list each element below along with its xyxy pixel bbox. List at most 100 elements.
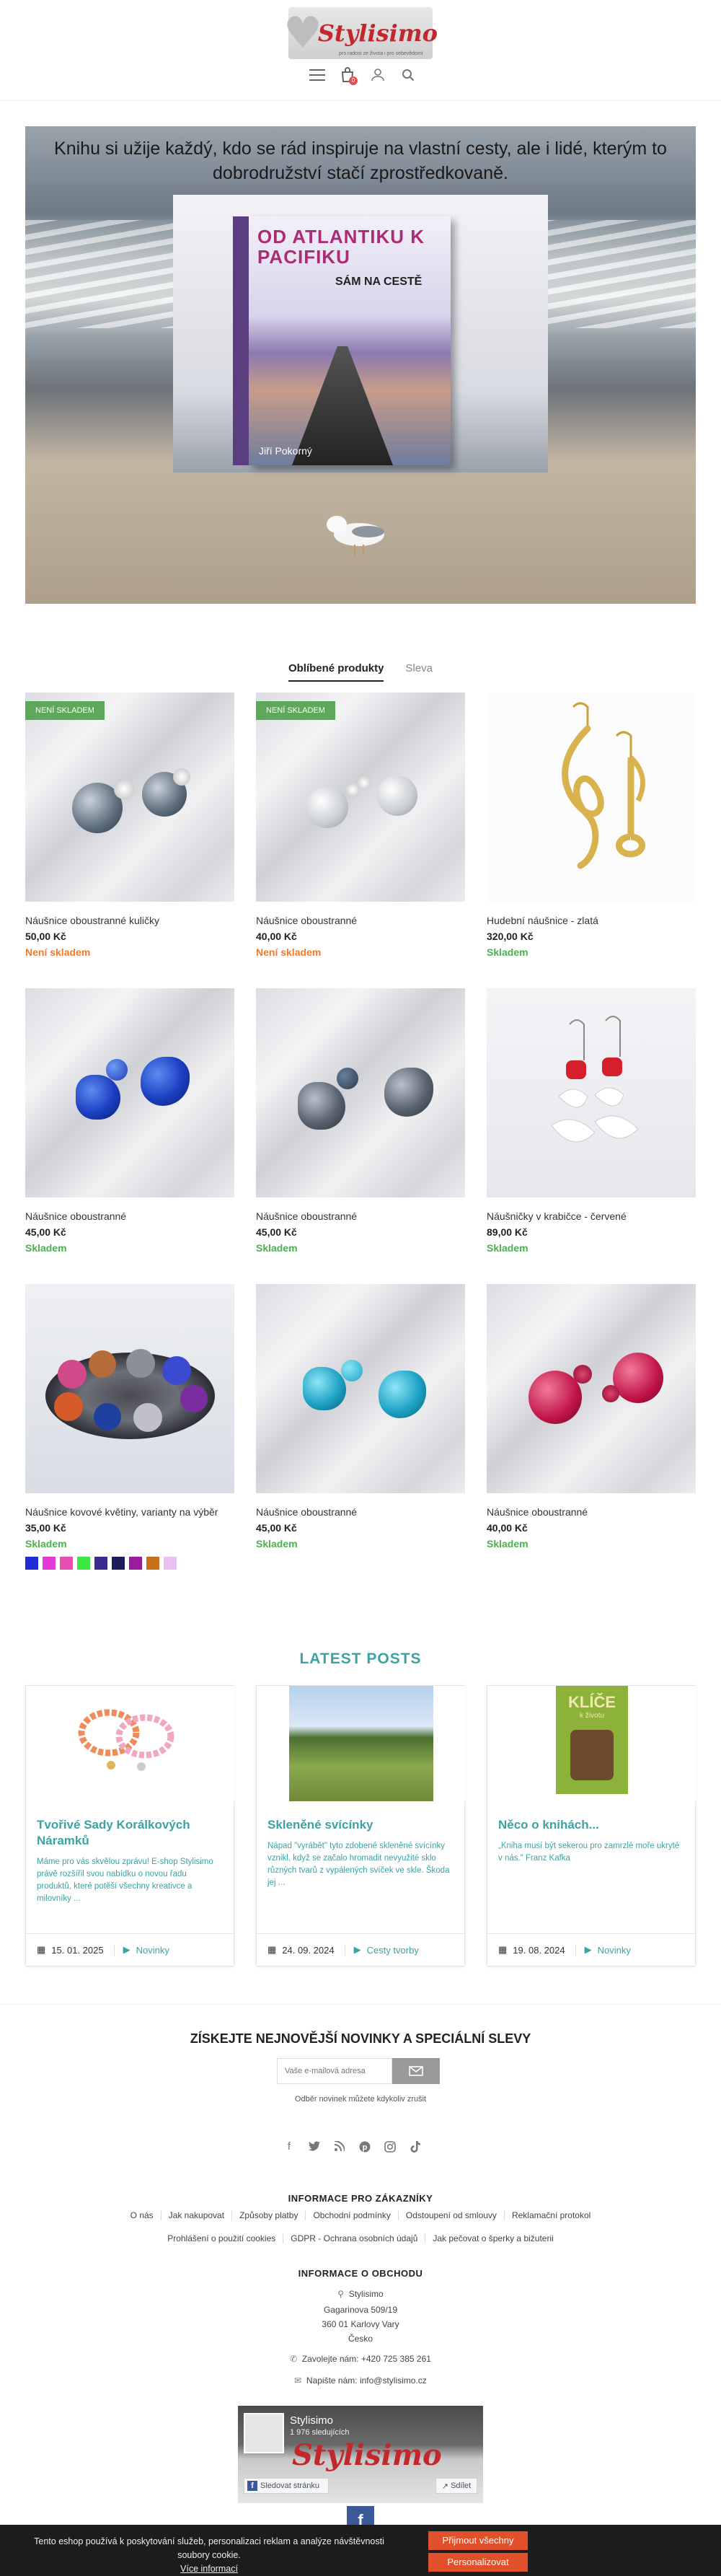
newsletter-submit-button[interactable] xyxy=(392,2058,440,2084)
tag-icon: ▶ xyxy=(584,1944,592,1955)
personalize-cookies-button[interactable]: Personalizovat xyxy=(428,2553,528,2572)
variant-swatch[interactable] xyxy=(112,1557,125,1570)
tab-favorite-products[interactable]: Oblíbené produkty xyxy=(288,662,384,682)
accept-all-cookies-button[interactable]: Přijmout všechny cookies xyxy=(428,2531,528,2564)
facebook-followers: 1 976 sledujících xyxy=(290,2428,350,2437)
product-card[interactable]: NENÍ SKLADEM Náušnice oboustranné 40,00 … xyxy=(256,693,465,958)
store-phone[interactable]: ✆ Zavolejte nám: +420 725 385 261 xyxy=(0,2352,721,2366)
facebook-page-widget[interactable]: Stylisimo 1 976 sledujících Stylisimo f … xyxy=(238,2406,483,2503)
product-name[interactable]: Náušnice oboustranné xyxy=(256,1506,465,1518)
book-cover: OD ATLANTIKU K PACIFIKU SÁM NA CESTĚ Jiř… xyxy=(233,216,451,465)
post-date-text: 15. 01. 2025 xyxy=(51,1944,104,1956)
variant-swatch[interactable] xyxy=(129,1557,142,1570)
variant-swatch[interactable] xyxy=(146,1557,159,1570)
cookie-bar: Tento eshop používá k poskytování služeb… xyxy=(0,2525,721,2576)
post-image[interactable] xyxy=(257,1686,466,1801)
facebook-follow-label[interactable]: Sledovat stránku xyxy=(260,2482,319,2490)
product-image[interactable] xyxy=(487,988,696,1197)
footer-link-complaint[interactable]: Reklamační protokol xyxy=(505,2210,598,2220)
footer-link-terms[interactable]: Obchodní podmínky xyxy=(306,2210,399,2220)
product-card[interactable]: Náušnice oboustranné 45,00 Kč Skladem xyxy=(256,1284,465,1549)
cart-icon[interactable]: 0 xyxy=(339,66,358,85)
rss-icon[interactable] xyxy=(334,2140,345,2153)
footer-link-gdpr[interactable]: GDPR - Ochrana osobních údajů xyxy=(283,2233,426,2243)
product-card[interactable]: Náušnice oboustranné 45,00 Kč Skladem xyxy=(256,988,465,1254)
product-card[interactable]: NENÍ SKLADEM Náušnice oboustranné kuličk… xyxy=(25,693,234,958)
product-image[interactable] xyxy=(256,1284,465,1493)
post-image[interactable]: KLÍČE k životu xyxy=(487,1686,696,1801)
product-name[interactable]: Náušnice oboustranné xyxy=(256,915,465,926)
footer-link-about[interactable]: O nás xyxy=(123,2210,162,2220)
product-card[interactable]: Hudební náušnice - zlatá 320,00 Kč Sklad… xyxy=(487,693,696,958)
tiktok-icon[interactable] xyxy=(410,2141,421,2153)
customer-info-links-row2: Prohlášení o použití cookies GDPR - Ochr… xyxy=(0,2233,721,2243)
latest-posts-heading: LATEST POSTS xyxy=(299,1650,422,1667)
variant-swatch[interactable] xyxy=(25,1557,38,1570)
cookie-more-info-link[interactable]: Více informací xyxy=(180,2564,238,2574)
variant-swatch[interactable] xyxy=(60,1557,73,1570)
store-email[interactable]: ✉ Napište nám: info@stylisimo.cz xyxy=(0,2373,721,2388)
seagull-image xyxy=(327,516,392,556)
store-email-text[interactable]: Napište nám: info@stylisimo.cz xyxy=(306,2375,427,2386)
product-name[interactable]: Náušnice oboustranné xyxy=(25,1210,234,1222)
instagram-icon[interactable] xyxy=(384,2141,396,2153)
product-name[interactable]: Náušnice oboustranné xyxy=(256,1210,465,1222)
product-image[interactable] xyxy=(25,1284,234,1493)
footer-link-jewelry-care[interactable]: Jak pečovat o šperky a bižuterii xyxy=(425,2233,560,2243)
twitter-icon[interactable] xyxy=(309,2141,320,2153)
product-image[interactable]: NENÍ SKLADEM xyxy=(25,693,234,902)
product-image[interactable] xyxy=(256,988,465,1197)
post-category[interactable]: ▶ Novinky xyxy=(575,1944,631,1956)
post-title[interactable]: Tvořivé Sady Korálkových Náramků xyxy=(26,1817,234,1849)
facebook-icon[interactable]: f xyxy=(283,2141,295,2153)
facebook-share-label[interactable]: Sdílet xyxy=(451,2482,471,2490)
menu-icon[interactable] xyxy=(309,66,326,84)
product-name[interactable]: Náušnice kovové květiny, varianty na výb… xyxy=(25,1506,234,1518)
product-image[interactable] xyxy=(487,1284,696,1493)
newsletter-email-input[interactable] xyxy=(277,2058,392,2084)
pinterest-icon[interactable]: p xyxy=(359,2141,371,2153)
facebook-share-button[interactable]: ↗ Sdílet xyxy=(435,2478,477,2494)
product-name[interactable]: Hudební náušnice - zlatá xyxy=(487,915,696,926)
product-card[interactable]: Náušnice oboustranné 45,00 Kč Skladem xyxy=(25,988,234,1254)
product-image[interactable] xyxy=(487,693,696,902)
footer-link-withdrawal[interactable]: Odstoupení od smlouvy xyxy=(399,2210,505,2220)
product-image[interactable]: NENÍ SKLADEM xyxy=(256,693,465,902)
footer-link-payment[interactable]: Způsoby platby xyxy=(232,2210,306,2220)
facebook-page-avatar[interactable] xyxy=(244,2413,284,2453)
product-name[interactable]: Náušnice oboustranné xyxy=(487,1506,696,1518)
variant-swatch[interactable] xyxy=(77,1557,90,1570)
footer-link-cookies[interactable]: Prohlášení o použití cookies xyxy=(160,2233,284,2243)
post-category-text[interactable]: Novinky xyxy=(136,1945,169,1956)
site-logo[interactable]: ♥ Stylisimo pro radost ze života i pro s… xyxy=(283,7,438,59)
product-name[interactable]: Náušničky v krabičce - červené xyxy=(487,1210,696,1222)
hero-banner[interactable]: Knihu si užije každý, kdo se rád inspiru… xyxy=(25,126,696,604)
store-phone-text[interactable]: Zavolejte nám: +420 725 385 261 xyxy=(302,2354,431,2364)
post-title[interactable]: Něco o knihách... xyxy=(487,1817,695,1833)
search-icon[interactable] xyxy=(399,66,417,84)
tab-sale[interactable]: Sleva xyxy=(405,662,433,682)
post-title[interactable]: Skleněné svícínky xyxy=(257,1817,464,1833)
facebook-page-name[interactable]: Stylisimo xyxy=(290,2414,333,2427)
footer-divider xyxy=(0,2004,721,2005)
product-name[interactable]: Náušnice oboustranné kuličky xyxy=(25,915,234,926)
product-card[interactable]: Náušnice kovové květiny, varianty na výb… xyxy=(25,1284,234,1570)
variant-swatch[interactable] xyxy=(164,1557,177,1570)
post-category-text[interactable]: Novinky xyxy=(598,1945,631,1956)
product-image[interactable] xyxy=(25,988,234,1197)
post-category[interactable]: ▶ Cesty tvorby xyxy=(344,1944,419,1956)
user-icon[interactable] xyxy=(369,66,386,84)
footer-link-how-to-buy[interactable]: Jak nakupovat xyxy=(162,2210,233,2220)
post-card[interactable]: KLÍČE k životu Něco o knihách... „Kniha … xyxy=(487,1685,696,1966)
product-card[interactable]: Náušnice oboustranné 40,00 Kč Skladem xyxy=(487,1284,696,1549)
variant-swatch[interactable] xyxy=(43,1557,56,1570)
post-excerpt: Máme pro vás skvělou zprávu! E-shop Styl… xyxy=(37,1858,213,1903)
product-card[interactable]: Náušničky v krabičce - červené 89,00 Kč … xyxy=(487,988,696,1254)
post-card[interactable]: Tvořivé Sady Korálkových Náramků Máme pr… xyxy=(25,1685,235,1966)
post-category[interactable]: ▶ Novinky xyxy=(113,1944,169,1956)
post-image[interactable] xyxy=(26,1686,235,1801)
variant-swatch[interactable] xyxy=(94,1557,107,1570)
facebook-follow-button[interactable]: f Sledovat stránku xyxy=(244,2478,329,2494)
post-category-text[interactable]: Cesty tvorby xyxy=(367,1945,419,1956)
post-card[interactable]: Skleněné svícínky Nápad "vyrábět" tyto z… xyxy=(256,1685,466,1966)
